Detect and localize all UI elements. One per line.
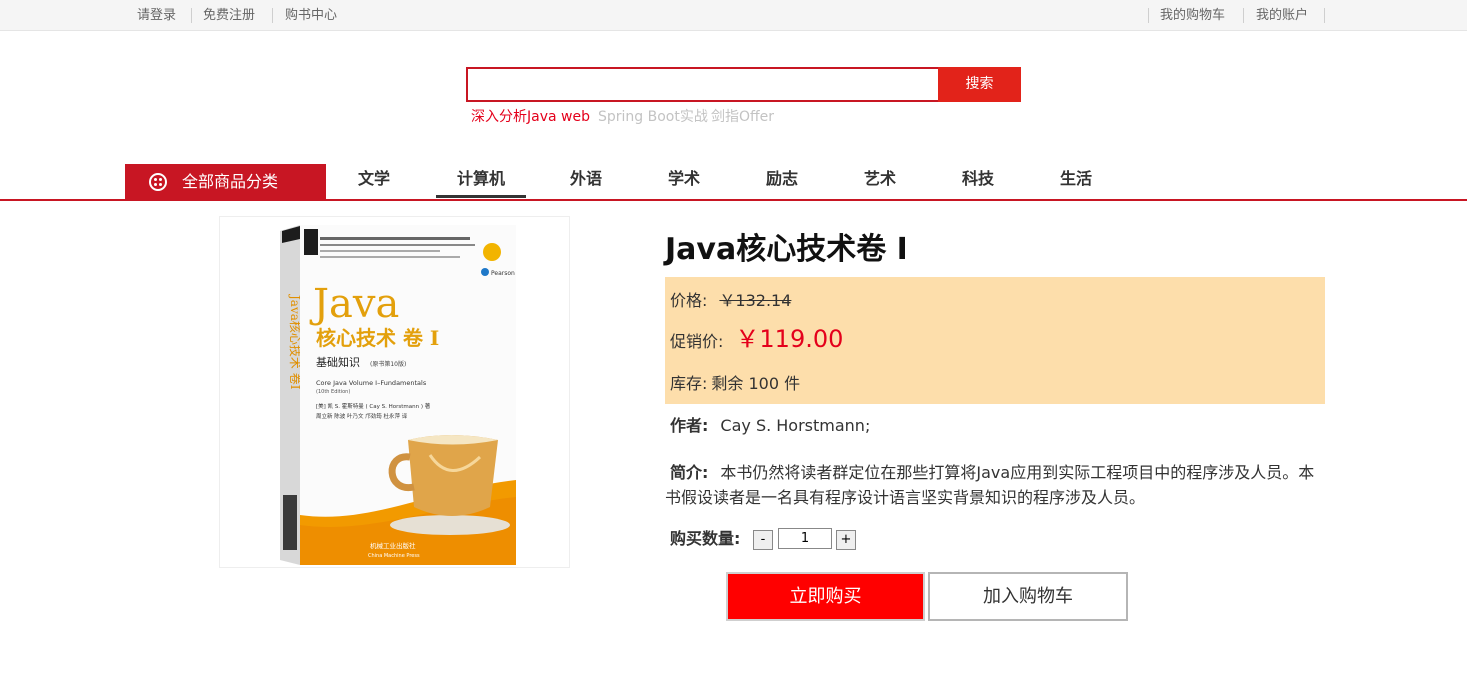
active-nav-indicator — [436, 195, 526, 198]
hot-word-link[interactable]: 深入分析Java web — [471, 108, 590, 126]
cover-publisher-en: China Machine Press — [368, 553, 420, 559]
book-cover-image: Java核心技术 卷I Pearson Java 核心技术 卷 I 基础知识 (… — [280, 225, 516, 565]
nav-item-inspirational[interactable]: 励志 — [737, 168, 827, 190]
divider — [1324, 8, 1325, 23]
quantity-plus-button[interactable]: + — [836, 530, 856, 550]
book-center-link[interactable]: 购书中心 — [285, 7, 337, 24]
author-name: Cay S. Horstmann; — [720, 416, 871, 435]
original-price: ￥132.14 — [719, 291, 792, 310]
promo-row: 促销价: ￥119.00 — [670, 325, 843, 356]
cover-edition-en: (10th Edition) — [316, 389, 350, 395]
quantity-minus-button[interactable]: - — [753, 530, 773, 550]
search-box — [466, 67, 940, 102]
intro-label: 简介: — [670, 463, 709, 482]
author-row: 作者: Cay S. Horstmann; — [670, 416, 870, 436]
search-button[interactable]: 搜索 — [938, 67, 1021, 102]
divider — [191, 8, 192, 23]
cover-publisher: 机械工业出版社 — [370, 541, 416, 550]
stock-value: 剩余 100 件 — [711, 374, 801, 393]
quantity-input[interactable] — [778, 528, 832, 549]
cover-translators: 周立新 陈波 叶乃文 邝劲筠 杜永萍 译 — [316, 412, 408, 420]
search-input[interactable] — [468, 69, 938, 100]
promo-label: 促销价: — [670, 332, 724, 351]
stock-row: 库存: 剩余 100 件 — [670, 374, 800, 394]
nav-item-academic[interactable]: 学术 — [639, 168, 729, 190]
cover-edition: (原书第10版) — [370, 360, 406, 368]
nav-item-literature[interactable]: 文学 — [329, 168, 419, 190]
nav-item-art[interactable]: 艺术 — [835, 168, 925, 190]
product-title: Java核心技术卷 I — [665, 232, 908, 267]
quantity-label: 购买数量: — [670, 529, 741, 548]
divider — [1243, 8, 1244, 23]
cover-title-en: Core Java Volume I–Fundamentals — [316, 379, 427, 387]
author-label: 作者: — [670, 416, 709, 435]
intro-text: 本书仍然将读者群定位在那些打算将Java应用到实际工程项目中的程序涉及人员。本书… — [665, 463, 1315, 507]
all-categories-button[interactable]: 全部商品分类 — [125, 164, 326, 199]
nav-item-technology[interactable]: 科技 — [933, 168, 1023, 190]
product-image: Java核心技术 卷I Pearson Java 核心技术 卷 I 基础知识 (… — [219, 216, 570, 568]
my-cart-link[interactable]: 我的购物车 — [1160, 7, 1225, 24]
divider — [1148, 8, 1149, 23]
my-account-link[interactable]: 我的账户 — [1256, 7, 1308, 24]
nav-divider — [0, 199, 1467, 201]
cover-series: Java — [309, 281, 399, 327]
intro-paragraph: 简介: 本书仍然将读者群定位在那些打算将Java应用到实际工程项目中的程序涉及人员… — [665, 460, 1325, 510]
nav-item-foreign-language[interactable]: 外语 — [541, 168, 631, 190]
register-link[interactable]: 免费注册 — [203, 7, 255, 24]
top-bar: 请登录 免费注册 购书中心 我的购物车 我的账户 — [0, 0, 1467, 31]
add-to-cart-button[interactable]: 加入购物车 — [928, 572, 1128, 621]
cover-title: 核心技术 卷 I — [316, 326, 439, 350]
login-link[interactable]: 请登录 — [137, 7, 176, 24]
brand-text: Pearson — [491, 270, 515, 277]
stock-label: 库存: — [670, 374, 708, 393]
all-categories-label: 全部商品分类 — [182, 172, 279, 191]
hot-word-link[interactable]: Spring Boot实战 — [598, 108, 708, 126]
nav-item-life[interactable]: 生活 — [1031, 168, 1121, 190]
cover-authors: [美] 凯 S. 霍斯特曼 ( Cay S. Horstmann ) 著 — [316, 402, 431, 410]
price-row: 价格: ￥132.14 — [670, 291, 791, 311]
buy-now-button[interactable]: 立即购买 — [726, 572, 925, 621]
promo-price: ￥119.00 — [735, 325, 844, 353]
hot-word-link[interactable]: 剑指Offer — [711, 108, 774, 126]
nav-item-computer[interactable]: 计算机 — [436, 168, 526, 190]
divider — [272, 8, 273, 23]
cover-subtitle: 基础知识 — [316, 355, 360, 369]
price-label: 价格: — [670, 291, 708, 310]
grid-icon — [149, 173, 167, 191]
